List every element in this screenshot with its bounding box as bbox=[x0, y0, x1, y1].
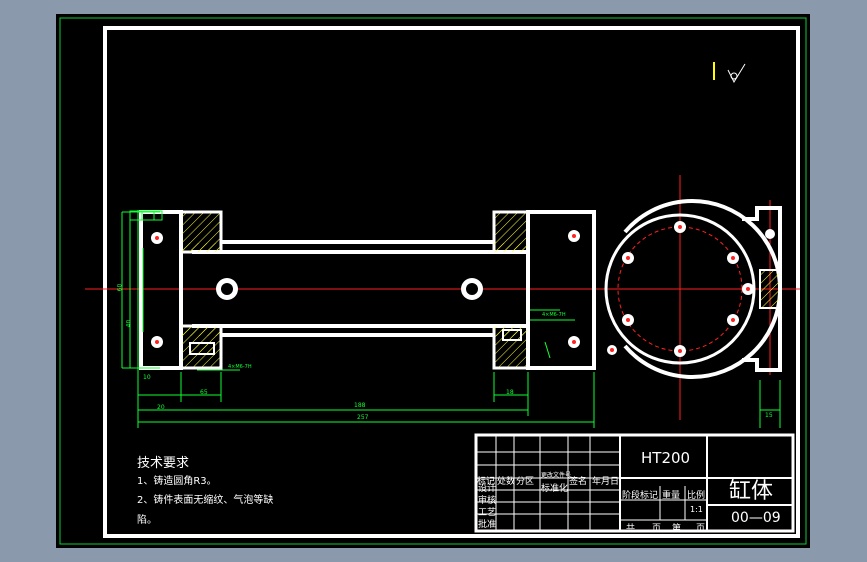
dim-15: 15 bbox=[765, 412, 773, 419]
drawing-number: 00—09 bbox=[731, 510, 781, 526]
stage-mark-label: 阶段标记 bbox=[622, 491, 659, 501]
sheet-total-label: 共 bbox=[626, 524, 636, 534]
sheet-num-label: 第 bbox=[672, 524, 682, 534]
row-standard: 标准化 bbox=[541, 484, 569, 494]
weight-label: 重量 bbox=[662, 491, 681, 501]
dim-20: 20 bbox=[157, 404, 165, 411]
dim-18: 18 bbox=[506, 389, 514, 396]
dim-65: 65 bbox=[200, 389, 208, 396]
dim-40: 40 bbox=[125, 319, 133, 328]
hdr-count: 处数 bbox=[497, 477, 516, 487]
hdr-date: 年月日 bbox=[592, 477, 620, 487]
scale-label: 比例 bbox=[687, 491, 706, 501]
part-name: 缸体 bbox=[729, 479, 774, 504]
inner-border bbox=[103, 26, 800, 538]
dim-257: 257 bbox=[357, 414, 369, 421]
thread-callout-right: 4×M6-7H bbox=[542, 312, 566, 318]
sheet-page-label-2: 页 bbox=[696, 524, 706, 534]
dim-10: 10 bbox=[143, 374, 151, 381]
scale-value: 1:1 bbox=[690, 505, 703, 514]
hdr-change-doc: 更改文件号 bbox=[541, 472, 572, 479]
tech-req-title: 技术要求 bbox=[137, 456, 190, 471]
hdr-zone: 分区 bbox=[516, 477, 535, 487]
surface-finish-symbol bbox=[713, 62, 746, 84]
sheet-page-label-1: 页 bbox=[652, 524, 662, 534]
material-label: HT200 bbox=[641, 449, 691, 467]
hdr-sign: 签名 bbox=[569, 477, 588, 487]
dim-60: 60 bbox=[116, 283, 124, 292]
tech-req-line3: 陷。 bbox=[137, 515, 157, 526]
tech-req-line2: 2、铸件表面无缩纹、气泡等缺 bbox=[137, 495, 274, 506]
cylinder-section-view bbox=[139, 210, 596, 370]
row-approve: 批准 bbox=[478, 520, 497, 530]
thread-callout-left: 4×M6-7H bbox=[228, 364, 252, 370]
tech-req-line1: 1、铸造圆角R3。 bbox=[137, 476, 217, 487]
dim-188: 188 bbox=[354, 402, 366, 409]
